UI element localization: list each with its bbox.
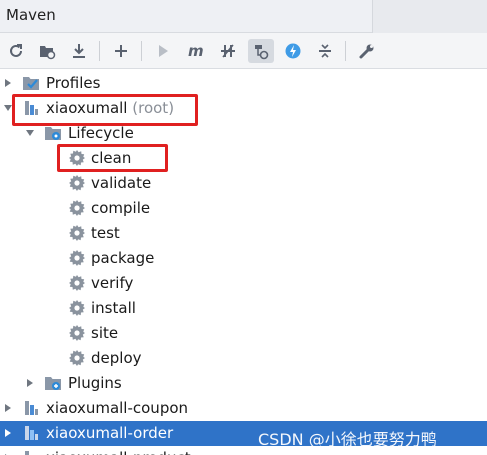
goal-label: install: [91, 299, 136, 317]
module-label: xiaoxumall-coupon: [46, 399, 189, 417]
watermark: CSDN @小徐也要努力鸭: [258, 430, 437, 449]
gear-icon: [69, 350, 85, 366]
show-dependencies-icon: [255, 45, 269, 60]
tree-node-plugins[interactable]: Plugins: [0, 371, 487, 396]
tree-node-module[interactable]: xiaoxumall-coupon: [0, 396, 487, 421]
header-corner: [372, 0, 487, 33]
expand-arrow-icon[interactable]: [3, 78, 13, 88]
tree-node-goal[interactable]: deploy: [0, 346, 487, 371]
maven-goal-icon: m: [188, 42, 204, 60]
show-dependencies-button[interactable]: [248, 39, 274, 63]
goal-label: deploy: [91, 349, 142, 367]
toolbar-separator: [99, 41, 100, 61]
collapse-all-icon: [319, 44, 331, 58]
tree-node-goal[interactable]: test: [0, 221, 487, 246]
gear-icon: [69, 200, 85, 216]
module-label: xiaoxumall-order: [46, 424, 174, 442]
annotation-box-clean-goal: [57, 144, 168, 172]
svg-text:m: m: [188, 42, 204, 60]
tree-node-goal[interactable]: package: [0, 246, 487, 271]
tree-node-goal[interactable]: validate: [0, 171, 487, 196]
expand-arrow-icon[interactable]: [3, 428, 13, 438]
plugins-folder-icon: [45, 377, 61, 390]
module-label: xiaoxumall-product: [46, 449, 191, 455]
tree-node-label: Plugins: [68, 374, 122, 392]
skip-tests-icon: [221, 44, 235, 58]
tree-node-goal[interactable]: site: [0, 321, 487, 346]
toolbar-separator: [141, 41, 142, 61]
generate-sources-icon: [40, 46, 56, 60]
tree-node-goal[interactable]: verify: [0, 271, 487, 296]
execute-goal-button[interactable]: m: [183, 39, 209, 63]
run-icon: [159, 45, 168, 57]
settings-wrench-icon: [359, 44, 374, 59]
gear-icon: [69, 250, 85, 266]
expand-arrow-icon[interactable]: [3, 403, 13, 413]
add-project-button[interactable]: [108, 39, 134, 63]
goal-label: package: [91, 249, 155, 267]
reload-button[interactable]: [3, 39, 29, 63]
goal-label: verify: [91, 274, 134, 292]
generate-sources-button[interactable]: [34, 39, 60, 63]
toolbar-separator: [345, 41, 346, 61]
goal-label: validate: [91, 174, 152, 192]
download-icon: [73, 44, 85, 58]
download-button[interactable]: [66, 39, 92, 63]
tree-node-label: Lifecycle: [68, 124, 134, 142]
offline-mode-icon: [285, 43, 301, 59]
offline-mode-button[interactable]: [280, 39, 306, 63]
goal-label: site: [91, 324, 119, 342]
add-icon: [115, 45, 127, 57]
gear-icon: [69, 325, 85, 341]
tool-window-header: Maven: [0, 0, 487, 33]
gear-icon: [69, 175, 85, 191]
collapse-arrow-icon[interactable]: [25, 128, 35, 138]
maven-project-tree: Profiles xiaoxumall (root) Lifecycle cle…: [0, 69, 487, 455]
tool-window-title: Maven: [6, 6, 56, 24]
reload-icon: [10, 44, 22, 57]
tree-node-goal[interactable]: install: [0, 296, 487, 321]
gear-icon: [69, 225, 85, 241]
profiles-folder-icon: [23, 77, 39, 90]
maven-settings-button[interactable]: [354, 39, 380, 63]
lifecycle-folder-icon: [45, 127, 61, 140]
run-button[interactable]: [150, 39, 176, 63]
goal-label: compile: [91, 199, 151, 217]
tree-node-profiles[interactable]: Profiles: [0, 71, 487, 96]
expand-arrow-icon[interactable]: [25, 378, 35, 388]
skip-tests-button[interactable]: [215, 39, 241, 63]
goal-label: test: [91, 224, 120, 242]
maven-module-icon: [25, 451, 29, 455]
maven-module-icon: [25, 401, 38, 415]
tree-node-label: Profiles: [46, 74, 101, 92]
gear-icon: [69, 300, 85, 316]
annotation-box-root-project: [12, 94, 198, 126]
tree-node-goal[interactable]: compile: [0, 196, 487, 221]
maven-module-icon: [25, 426, 38, 440]
maven-toolbar: m: [0, 33, 487, 69]
collapse-all-button[interactable]: [312, 39, 338, 63]
gear-icon: [69, 275, 85, 291]
